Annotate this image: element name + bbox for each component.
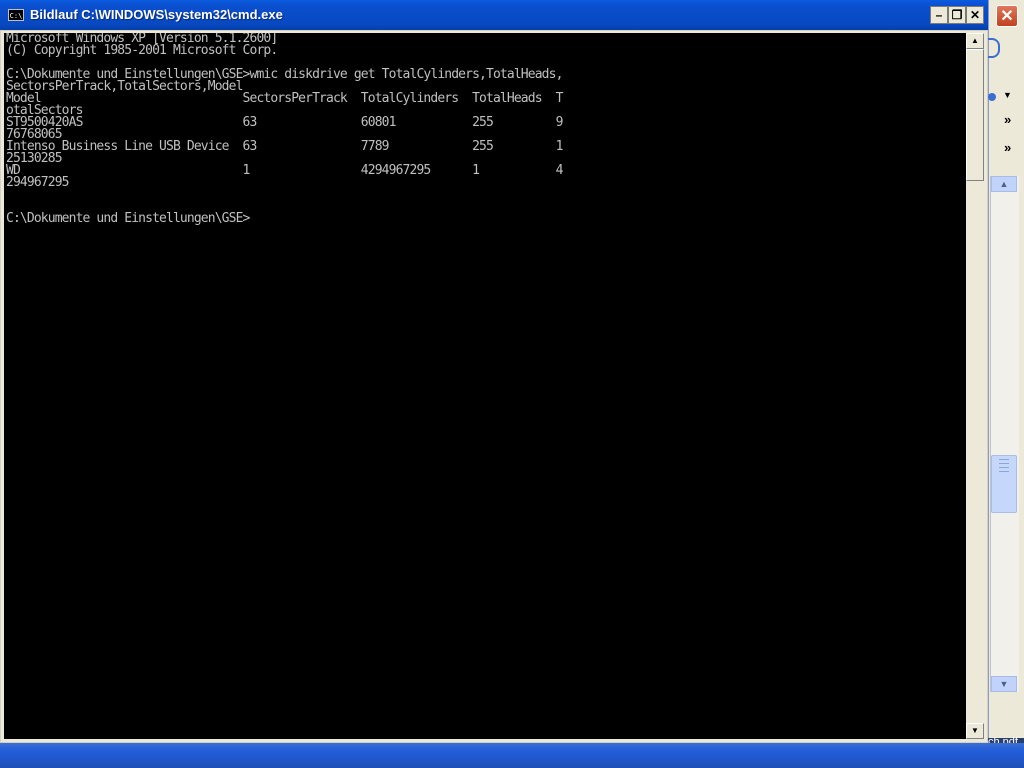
console-line: (C) Copyright 1985-2001 Microsoft Corp. bbox=[6, 43, 278, 58]
maximize-button[interactable]: ❐ bbox=[948, 6, 966, 24]
background-scroll-up-button[interactable]: ▲ bbox=[991, 176, 1017, 192]
window-title: Bildlauf C:\WINDOWS\system32\cmd.exe bbox=[30, 7, 283, 22]
console-line: 294967295 bbox=[6, 175, 69, 190]
console-text[interactable]: Microsoft Windows XP [Version 5.1.2600] … bbox=[4, 33, 966, 225]
cmd-icon[interactable]: C:\ bbox=[8, 9, 24, 21]
chevron-right-icon[interactable]: » bbox=[1004, 112, 1011, 127]
background-scroll-down-button[interactable]: ▼ bbox=[991, 676, 1017, 692]
chevron-right-icon[interactable]: » bbox=[1004, 140, 1011, 155]
background-close-button[interactable]: ✕ bbox=[996, 5, 1018, 27]
background-scrollbar[interactable] bbox=[990, 176, 1019, 692]
console-line: Model SectorsPerTrack TotalCylinders Tot… bbox=[6, 91, 563, 106]
minimize-button[interactable]: – bbox=[930, 6, 948, 24]
console-line: WD 1 4294967295 1 4 bbox=[6, 163, 563, 178]
close-button[interactable]: ✕ bbox=[966, 6, 984, 24]
background-partial-icon bbox=[988, 38, 1000, 58]
scroll-thumb[interactable] bbox=[966, 49, 984, 181]
console-line: Intenso Business Line USB Device 63 7789… bbox=[6, 139, 563, 154]
scroll-up-button[interactable]: ▲ bbox=[966, 33, 984, 49]
taskbar bbox=[0, 743, 1024, 768]
background-scroll-thumb[interactable] bbox=[991, 455, 1017, 513]
console-output[interactable]: Microsoft Windows XP [Version 5.1.2600] … bbox=[4, 33, 966, 739]
cmd-window: C:\ Bildlauf C:\WINDOWS\system32\cmd.exe… bbox=[0, 0, 988, 743]
scroll-down-button[interactable]: ▼ bbox=[966, 723, 984, 739]
background-toolbar-icon[interactable] bbox=[988, 93, 996, 101]
console-line: C:\Dokumente und Einstellungen\GSE> bbox=[6, 211, 250, 226]
console-line: ST9500420AS 63 60801 255 9 bbox=[6, 115, 563, 130]
chevron-down-icon[interactable]: ▼ bbox=[1003, 90, 1012, 100]
title-bar[interactable]: C:\ Bildlauf C:\WINDOWS\system32\cmd.exe… bbox=[0, 0, 988, 30]
